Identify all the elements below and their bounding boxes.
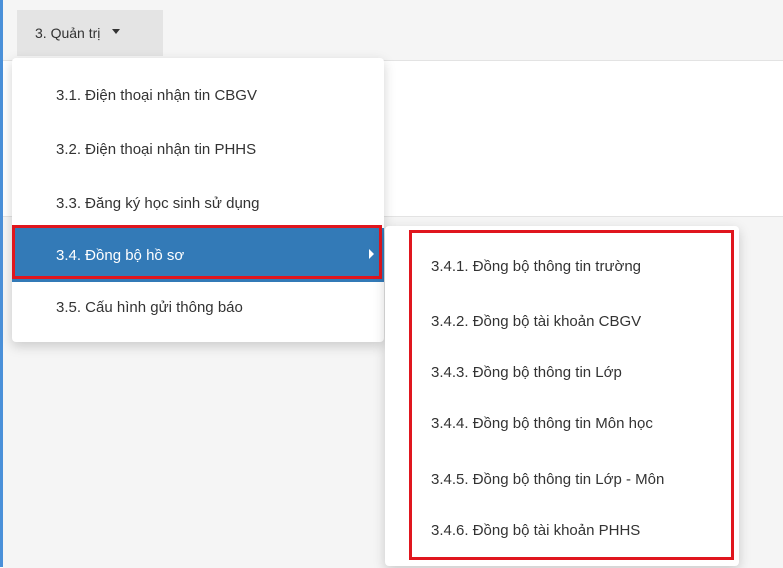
- menu-item-cau-hinh-thong-bao[interactable]: 3.5. Cấu hình gửi thông báo: [12, 280, 384, 334]
- menu-item-label: 3.5. Cấu hình gửi thông báo: [56, 298, 243, 316]
- submenu-item-label: 3.4.3. Đồng bộ thông tin Lớp: [431, 363, 622, 381]
- menu-item-dong-bo-ho-so[interactable]: 3.4. Đồng bộ hồ sơ: [12, 228, 384, 282]
- caret-right-icon: [369, 249, 374, 259]
- menu-quan-tri-label: 3. Quản trị: [35, 25, 101, 41]
- menu-item-label: 3.3. Đăng ký học sinh sử dụng: [56, 194, 260, 212]
- submenu-item-label: 3.4.6. Đồng bộ tài khoản PHHS: [431, 521, 641, 539]
- menu-item-dang-ky-hoc-sinh[interactable]: 3.3. Đăng ký học sinh sử dụng: [12, 176, 384, 230]
- menu-item-label: 3.2. Điện thoại nhận tin PHHS: [56, 140, 257, 158]
- submenu-item-label: 3.4.2. Đồng bộ tài khoản CBGV: [431, 312, 642, 330]
- menu-item-dien-thoai-phhs[interactable]: 3.2. Điện thoại nhận tin PHHS: [12, 122, 384, 176]
- menu-quan-tri-button[interactable]: 3. Quản trị: [17, 10, 163, 56]
- submenu-item-label: 3.4.5. Đồng bộ thông tin Lớp - Môn: [431, 470, 665, 488]
- quan-tri-dropdown-menu: 3.1. Điện thoại nhận tin CBGV 3.2. Điện …: [12, 58, 384, 342]
- caret-down-icon: [112, 29, 121, 34]
- submenu-item-dong-bo-lop-mon[interactable]: 3.4.5. Đồng bộ thông tin Lớp - Môn: [385, 454, 739, 504]
- dong-bo-ho-so-submenu: 3.4.1. Đồng bộ thông tin trường 3.4.2. Đ…: [385, 226, 739, 566]
- submenu-item-label: 3.4.1. Đồng bộ thông tin trường: [431, 257, 642, 275]
- submenu-item-dong-bo-lop[interactable]: 3.4.3. Đồng bộ thông tin Lớp: [385, 347, 739, 397]
- submenu-item-label: 3.4.4. Đồng bộ thông tin Môn học: [431, 414, 653, 432]
- submenu-item-dong-bo-tai-khoan-cbgv[interactable]: 3.4.2. Đồng bộ tài khoản CBGV: [385, 296, 739, 346]
- menu-item-dien-thoai-cbgv[interactable]: 3.1. Điện thoại nhận tin CBGV: [12, 68, 384, 122]
- menu-item-label: 3.4. Đồng bộ hồ sơ: [56, 246, 185, 264]
- submenu-item-dong-bo-truong[interactable]: 3.4.1. Đồng bộ thông tin trường: [385, 241, 739, 291]
- top-navbar: 3. Quản trị: [3, 0, 783, 61]
- menu-item-label: 3.1. Điện thoại nhận tin CBGV: [56, 86, 257, 104]
- submenu-item-dong-bo-mon-hoc[interactable]: 3.4.4. Đồng bộ thông tin Môn học: [385, 398, 739, 448]
- submenu-item-dong-bo-tai-khoan-phhs[interactable]: 3.4.6. Đồng bộ tài khoản PHHS: [385, 505, 739, 555]
